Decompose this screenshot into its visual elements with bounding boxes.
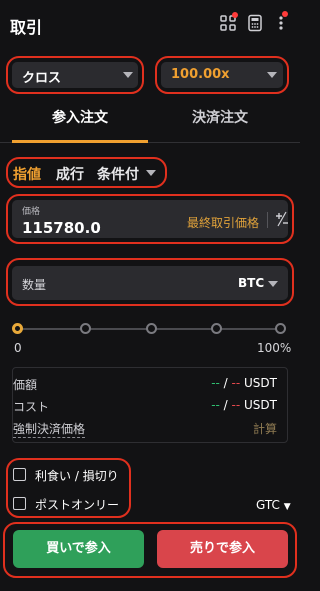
summary-value: -- / -- USDT xyxy=(211,376,277,390)
order-type-conditional[interactable]: 条件付 xyxy=(97,164,139,184)
leverage-value: 100.00x xyxy=(171,67,230,82)
slider-step-25[interactable] xyxy=(80,323,91,334)
order-type-limit[interactable]: 指値 xyxy=(13,164,41,184)
notification-dot xyxy=(282,11,288,17)
plus-minus-icon[interactable] xyxy=(275,211,289,231)
summary-key: コスト xyxy=(13,400,50,414)
liquidation-price-label[interactable]: 強制決済価格 xyxy=(13,420,86,438)
leverage-select[interactable]: 100.00x xyxy=(161,62,283,88)
summary-row-cost: コスト -- / -- USDT xyxy=(13,398,277,414)
summary-row-liquidation: 強制決済価格 計算 xyxy=(13,420,277,438)
tp-sl-label: 利食い / 損切り xyxy=(35,469,119,483)
checkbox-box[interactable] xyxy=(13,468,26,481)
slider-min-label: 0 xyxy=(14,341,22,355)
divider xyxy=(267,212,268,228)
more-vertical-icon[interactable] xyxy=(276,11,294,32)
quantity-label: 数量 xyxy=(22,278,47,292)
sell-open-button[interactable]: 売りで参入 xyxy=(157,530,288,568)
slider-step-75[interactable] xyxy=(211,323,222,334)
calculate-button[interactable]: 計算 xyxy=(253,420,277,437)
price-label: 価格 xyxy=(22,207,41,217)
buy-open-button[interactable]: 買いで参入 xyxy=(13,530,144,568)
chevron-down-icon xyxy=(123,72,133,78)
calculator-icon[interactable] xyxy=(246,14,264,32)
header-bar: 取引 xyxy=(0,0,300,48)
summary-row-value: 価額 -- / -- USDT xyxy=(13,376,277,392)
chevron-down-icon[interactable] xyxy=(146,170,156,176)
order-type-market[interactable]: 成行 xyxy=(56,164,84,184)
margin-mode-select[interactable]: クロス xyxy=(12,62,138,88)
checkbox-box[interactable] xyxy=(13,497,26,510)
summary-key: 価額 xyxy=(13,378,38,392)
post-only-label: ポストオンリー xyxy=(35,498,120,512)
active-tab-underline xyxy=(12,140,148,143)
slider-step-100[interactable] xyxy=(275,323,286,334)
notification-dot xyxy=(232,12,238,18)
chevron-down-icon xyxy=(267,72,277,78)
slider-max-label: 100% xyxy=(257,341,292,355)
time-in-force-select[interactable]: GTC ▼ xyxy=(256,498,291,512)
page-title: 取引 xyxy=(10,18,43,37)
summary-value: -- / -- USDT xyxy=(211,398,277,412)
time-in-force-value: GTC xyxy=(256,498,280,512)
chevron-down-icon[interactable] xyxy=(268,281,278,287)
tab-open-order[interactable]: 参入注文 xyxy=(12,107,148,127)
chevron-down-icon: ▼ xyxy=(283,502,291,512)
last-price-button[interactable]: 最終取引価格 xyxy=(187,214,259,231)
price-value[interactable]: 115780.0 xyxy=(22,219,101,237)
price-input[interactable]: 価格 115780.0 最終取引価格 xyxy=(12,200,288,238)
slider-handle[interactable] xyxy=(12,323,23,334)
margin-mode-value: クロス xyxy=(22,71,62,86)
tab-close-order[interactable]: 決済注文 xyxy=(152,107,288,127)
slider-step-50[interactable] xyxy=(146,323,157,334)
quantity-unit-select[interactable]: BTC xyxy=(238,276,264,290)
grid-menu-icon[interactable] xyxy=(219,12,238,32)
quantity-input[interactable]: 数量 BTC xyxy=(12,266,288,300)
